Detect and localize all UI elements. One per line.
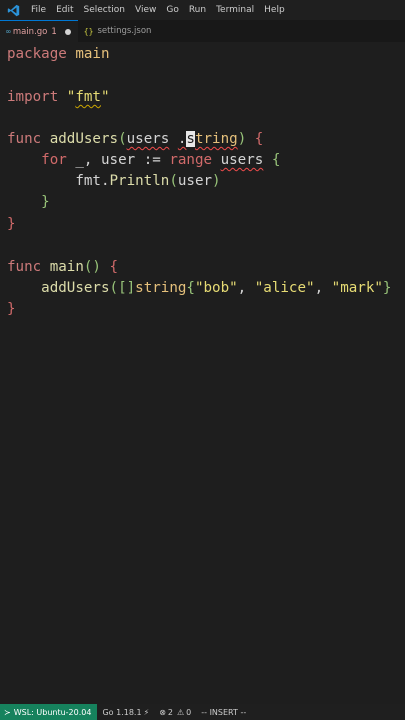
code-line-7: fmt.Println(user)	[7, 171, 221, 192]
keyword: package	[7, 46, 67, 62]
brace: }	[382, 280, 392, 296]
error-icon: ⊗	[159, 707, 166, 717]
keyword: import	[7, 89, 59, 105]
editor-tab-bar: ∞ main.go 1 {} settings.json	[0, 20, 405, 42]
vim-mode-indicator: -- INSERT --	[201, 707, 247, 717]
code-line-9: }	[7, 214, 16, 235]
brace: {	[100, 259, 119, 275]
status-bar: ≻ WSL: Ubuntu-20.04 Go 1.18.1 ⚡ ⊗ 2 ⚠ 0 …	[0, 704, 405, 720]
paren: )	[237, 131, 247, 147]
paren: ()	[83, 259, 101, 275]
function-call: Println	[109, 173, 170, 189]
argument: user	[177, 173, 213, 189]
paren: (	[109, 280, 119, 296]
code-line-3: import "fmt"	[7, 87, 110, 108]
lightning-icon: ⚡	[143, 707, 150, 717]
vscode-logo-icon[interactable]	[0, 0, 26, 20]
go-version-item[interactable]: Go 1.18.1 ⚡	[97, 704, 154, 720]
code-line-8: }	[7, 192, 50, 213]
type-name: tring	[194, 131, 238, 147]
remote-label: WSL: Ubuntu-20.04	[13, 707, 92, 717]
paren: (	[169, 173, 178, 189]
code-line-11: func main() {	[7, 257, 118, 278]
tab-label: main.go	[12, 26, 48, 37]
warning-icon: ⚠	[176, 707, 185, 717]
code-line-1: package main	[7, 44, 110, 65]
blank-identifier: _	[66, 152, 84, 168]
comma: ,	[314, 280, 332, 296]
menu-help[interactable]: Help	[259, 0, 290, 20]
function-name: main	[49, 259, 84, 275]
operator: :=	[135, 152, 170, 168]
string-quote: "	[100, 89, 110, 105]
code-line-13: }	[7, 299, 16, 320]
unsaved-dot-icon[interactable]	[64, 28, 71, 35]
code-line-12: addUsers([]string{"bob", "alice", "mark"…	[7, 278, 391, 299]
brace: }	[7, 301, 16, 317]
menu-terminal[interactable]: Terminal	[211, 0, 259, 20]
brace: }	[7, 216, 16, 232]
paren: )	[212, 173, 221, 189]
dot: .	[100, 173, 110, 189]
menu-run[interactable]: Run	[184, 0, 211, 20]
code-line-5: func addUsers(users .string) {	[7, 129, 263, 150]
string-literal: "alice"	[254, 280, 315, 296]
brace: {	[186, 280, 195, 296]
go-file-icon: ∞	[6, 27, 11, 36]
brace: {	[263, 152, 281, 168]
text-cursor: s	[186, 131, 195, 147]
variable: user	[100, 152, 136, 168]
brace: {	[246, 131, 264, 147]
keyword: range	[169, 152, 213, 168]
string-literal: "mark"	[331, 280, 383, 296]
go-version-label: Go 1.18.1	[102, 707, 142, 717]
problems-item[interactable]: ⊗ 2 ⚠ 0	[154, 704, 196, 720]
remote-indicator[interactable]: ≻ WSL: Ubuntu-20.04	[0, 704, 98, 720]
keyword: func	[7, 131, 42, 147]
keyword: func	[7, 259, 42, 275]
warning-count: 0	[186, 707, 192, 717]
code-line-6: for _, user := range users {	[7, 150, 280, 171]
menu-go[interactable]: Go	[161, 0, 183, 20]
remote-icon: ≻	[4, 707, 11, 717]
problem-count-badge: 1	[51, 26, 57, 37]
param-name: users	[126, 131, 170, 147]
variable: users	[220, 152, 264, 168]
paren: (	[118, 131, 127, 147]
function-name: addUsers	[49, 131, 119, 147]
function-call: addUsers	[41, 280, 110, 296]
error-count: 2	[167, 707, 173, 717]
menu-view[interactable]: View	[130, 0, 161, 20]
string-literal: "bob"	[194, 280, 238, 296]
type-name: string	[135, 280, 187, 296]
tab-settings-json[interactable]: {} settings.json	[78, 20, 159, 42]
menu-bar: File Edit Selection View Go Run Terminal…	[0, 0, 405, 20]
tab-main-go[interactable]: ∞ main.go 1	[0, 20, 78, 42]
keyword: for	[41, 152, 67, 168]
slice-brackets: []	[118, 280, 136, 296]
menu-selection[interactable]: Selection	[79, 0, 130, 20]
json-file-icon: {}	[83, 26, 94, 36]
menu-file[interactable]: File	[26, 0, 51, 20]
comma: ,	[237, 280, 255, 296]
package-ref: fmt	[75, 173, 101, 189]
comma: ,	[83, 152, 101, 168]
menu-edit[interactable]: Edit	[51, 0, 78, 20]
code-editor[interactable]: package main import "fmt" func addUsers(…	[0, 42, 405, 704]
tab-label: settings.json	[97, 26, 152, 36]
brace: }	[41, 194, 50, 210]
package-name: main	[75, 46, 110, 62]
import-path: fmt	[75, 89, 101, 105]
